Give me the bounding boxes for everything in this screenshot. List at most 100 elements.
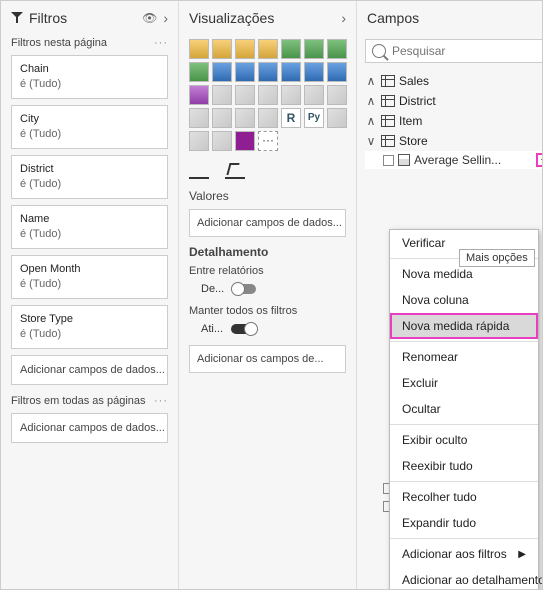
more-icon[interactable]: ··· xyxy=(154,395,168,407)
tooltip: Mais opções xyxy=(459,249,535,267)
table-row[interactable]: ∧ District xyxy=(365,91,543,111)
filter-card[interactable]: Store Typeé (Tudo) xyxy=(11,305,168,349)
visualization-type-icon[interactable] xyxy=(212,108,232,128)
visualization-type-icon[interactable] xyxy=(304,85,324,105)
context-menu-item[interactable]: Recolher tudo xyxy=(390,484,538,510)
visualization-type-icon[interactable] xyxy=(327,108,347,128)
visualization-type-icon[interactable] xyxy=(212,131,232,151)
visualization-type-icon[interactable]: Py xyxy=(304,108,324,128)
visualization-type-icon[interactable] xyxy=(281,39,301,59)
visualization-type-icon[interactable] xyxy=(235,39,255,59)
menu-separator xyxy=(390,481,538,482)
filters-page-label: Filtros nesta página xyxy=(11,37,107,49)
context-menu: VerificarNova medidaNova colunaNova medi… xyxy=(389,229,539,590)
visualization-type-icon[interactable]: R xyxy=(281,108,301,128)
menu-separator xyxy=(390,538,538,539)
chevron-down-icon[interactable]: ∨ xyxy=(365,134,377,148)
visualization-type-icon[interactable]: ··· xyxy=(258,131,278,151)
visualization-type-icon[interactable] xyxy=(189,108,209,128)
context-menu-item[interactable]: Expandir tudo xyxy=(390,510,538,536)
context-menu-item[interactable]: Exibir oculto xyxy=(390,427,538,453)
eye-icon[interactable]: 👁 xyxy=(142,11,157,25)
filter-icon xyxy=(11,12,23,24)
filter-value: é (Tudo) xyxy=(20,277,159,292)
add-filter-allpages[interactable]: Adicionar campos de dados... xyxy=(11,413,168,443)
visualization-type-icon[interactable] xyxy=(327,39,347,59)
filter-value: é (Tudo) xyxy=(20,227,159,242)
visualization-type-icon[interactable] xyxy=(304,39,324,59)
values-label: Valores xyxy=(189,189,346,203)
visualization-type-icon[interactable] xyxy=(258,85,278,105)
filter-value: é (Tudo) xyxy=(20,177,159,192)
filter-card[interactable]: Nameé (Tudo) xyxy=(11,205,168,249)
keep-filters-toggle[interactable] xyxy=(231,324,255,334)
visualization-type-icon[interactable] xyxy=(189,39,209,59)
context-menu-item[interactable]: Reexibir tudo xyxy=(390,453,538,479)
visualization-type-icon[interactable] xyxy=(189,85,209,105)
table-icon xyxy=(381,75,395,87)
visualization-type-icon[interactable] xyxy=(189,62,209,82)
visualization-type-icon[interactable] xyxy=(235,108,255,128)
visualization-type-icon[interactable] xyxy=(235,62,255,82)
table-icon xyxy=(381,95,395,107)
visualization-type-icon[interactable] xyxy=(304,62,324,82)
context-menu-item[interactable]: Nova coluna xyxy=(390,287,538,313)
table-row[interactable]: ∨Store xyxy=(365,131,543,151)
visualization-type-icon[interactable] xyxy=(281,62,301,82)
filters-panel: Filtros 👁 › Filtros nesta página ··· Cha… xyxy=(1,1,179,589)
filter-name: Name xyxy=(20,212,159,227)
search-field[interactable] xyxy=(392,44,543,58)
filter-card[interactable]: Districté (Tudo) xyxy=(11,155,168,199)
context-menu-item[interactable]: Nova medida rápida xyxy=(390,313,538,339)
table-icon xyxy=(381,115,395,127)
menu-separator xyxy=(390,341,538,342)
visualization-type-icon[interactable] xyxy=(212,62,232,82)
visualization-picker: RPy ··· xyxy=(189,39,346,151)
chevron-up-icon[interactable]: ∧ xyxy=(365,74,377,88)
filter-value: é (Tudo) xyxy=(20,327,159,342)
chevron-up-icon[interactable]: ∧ xyxy=(365,94,377,108)
more-icon[interactable]: ··· xyxy=(154,37,168,49)
table-row[interactable]: ∧Item xyxy=(365,111,543,131)
format-tab-icon[interactable] xyxy=(225,161,245,179)
values-well[interactable]: Adicionar campos de dados... xyxy=(189,209,346,237)
filter-card[interactable]: Cityé (Tudo) xyxy=(11,105,168,149)
visualization-type-icon[interactable] xyxy=(212,39,232,59)
context-menu-item[interactable]: Excluir xyxy=(390,370,538,396)
visualization-type-icon[interactable] xyxy=(327,85,347,105)
visualization-type-icon[interactable] xyxy=(189,131,209,151)
drill-well[interactable]: Adicionar os campos de... xyxy=(189,345,346,373)
table-row[interactable]: ∧Sales xyxy=(365,71,543,91)
visualizations-title: Visualizações xyxy=(189,10,335,26)
more-options-button[interactable]: ··· xyxy=(536,153,543,167)
checkbox[interactable] xyxy=(383,155,394,166)
chevron-up-icon[interactable]: ∧ xyxy=(365,114,377,128)
filter-value: é (Tudo) xyxy=(20,127,159,142)
add-filter-field[interactable]: Adicionar campos de dados... xyxy=(11,355,168,385)
context-menu-item[interactable]: Renomear xyxy=(390,344,538,370)
chevron-right-icon[interactable]: › xyxy=(163,10,168,26)
field-row[interactable]: Average Sellin...··· xyxy=(365,151,543,169)
context-menu-item[interactable]: Ocultar xyxy=(390,396,538,422)
filter-card[interactable]: Chainé (Tudo) xyxy=(11,55,168,99)
visualization-type-icon[interactable] xyxy=(258,39,278,59)
submenu-arrow-icon: ▶ xyxy=(518,549,526,560)
fields-tab-icon[interactable] xyxy=(189,161,209,179)
visualization-type-icon[interactable] xyxy=(281,85,301,105)
table-icon xyxy=(381,135,395,147)
filter-name: District xyxy=(20,162,159,177)
context-menu-item[interactable]: Adicionar aos filtros▶ xyxy=(390,541,538,567)
visualization-type-icon[interactable] xyxy=(327,62,347,82)
visualization-type-icon[interactable] xyxy=(258,62,278,82)
search-input[interactable] xyxy=(365,39,543,63)
table-name: District xyxy=(399,94,436,108)
visualization-type-icon[interactable] xyxy=(212,85,232,105)
chevron-right-icon[interactable]: › xyxy=(341,10,346,26)
visualization-type-icon[interactable] xyxy=(235,131,255,151)
visualization-type-icon[interactable] xyxy=(258,108,278,128)
cross-report-toggle[interactable] xyxy=(232,284,256,294)
context-menu-item[interactable]: Adicionar ao detalhamento xyxy=(390,567,538,590)
filters-title: Filtros xyxy=(29,10,136,26)
visualization-type-icon[interactable] xyxy=(235,85,255,105)
filter-card[interactable]: Open Monthé (Tudo) xyxy=(11,255,168,299)
